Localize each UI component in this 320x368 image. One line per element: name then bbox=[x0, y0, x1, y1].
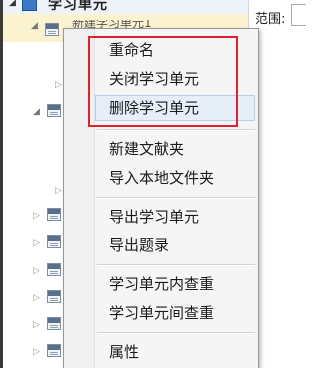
scope-select[interactable] bbox=[291, 4, 306, 26]
menu-item-dedupe-across-units[interactable]: 学习单元间查重 bbox=[95, 300, 255, 326]
collapsed-arrow-icon[interactable]: ▷ bbox=[33, 293, 40, 303]
learning-unit-icon bbox=[47, 208, 61, 221]
menu-item-rename[interactable]: 重命名 bbox=[95, 37, 255, 63]
menu-item-new-folder[interactable]: 新建文献夹 bbox=[95, 136, 255, 162]
learning-unit-icon bbox=[47, 317, 61, 330]
menu-separator bbox=[97, 264, 255, 266]
learning-unit-icon bbox=[47, 290, 61, 303]
expanded-arrow-icon[interactable]: ◢ bbox=[31, 21, 38, 31]
collapsed-arrow-icon[interactable]: ▷ bbox=[33, 320, 40, 330]
app-window: ◢ 学习单元 ◢ 新建学习单元1 ▷ ◢ ▷ ▷ ▷ ▷ ▷ ▷ ▷ 范围: 重… bbox=[0, 0, 306, 368]
collapsed-arrow-icon[interactable]: ▷ bbox=[33, 266, 40, 276]
context-menu: 重命名 关闭学习单元 删除学习单元 新建文献夹 导入本地文件夹 导出学习单元 导… bbox=[63, 28, 259, 368]
menu-separator bbox=[97, 197, 255, 199]
tree-root-label: 学习单元 bbox=[48, 0, 108, 13]
menu-icon-gutter bbox=[64, 29, 95, 368]
menu-item-delete-unit[interactable]: 删除学习单元 bbox=[95, 95, 255, 121]
expanded-arrow-icon[interactable]: ◢ bbox=[33, 107, 40, 117]
collapsed-arrow-icon[interactable]: ▷ bbox=[33, 211, 40, 221]
learning-unit-icon bbox=[47, 344, 61, 357]
menu-item-close-unit[interactable]: 关闭学习单元 bbox=[95, 66, 255, 92]
learning-unit-icon bbox=[47, 235, 61, 248]
menu-item-properties[interactable]: 属性 bbox=[95, 339, 255, 365]
menu-item-dedupe-within-unit[interactable]: 学习单元内查重 bbox=[95, 271, 255, 297]
collapsed-arrow-icon[interactable]: ▷ bbox=[55, 186, 62, 196]
expanded-arrow-icon[interactable]: ◢ bbox=[9, 0, 16, 8]
learning-unit-icon bbox=[47, 104, 61, 117]
learning-unit-icon bbox=[47, 263, 61, 276]
collapsed-arrow-icon[interactable]: ▷ bbox=[33, 347, 40, 357]
collapsed-arrow-icon[interactable]: ▷ bbox=[55, 80, 62, 90]
menu-item-import-local-folder[interactable]: 导入本地文件夹 bbox=[95, 165, 255, 191]
learning-unit-icon bbox=[45, 23, 59, 36]
menu-item-export-citations[interactable]: 导出题录 bbox=[95, 232, 255, 258]
menu-separator bbox=[97, 129, 255, 131]
folder-icon bbox=[22, 0, 37, 11]
scope-label: 范围: bbox=[255, 12, 286, 27]
menu-item-export-unit[interactable]: 导出学习单元 bbox=[95, 204, 255, 230]
menu-separator bbox=[97, 332, 255, 334]
tree-root-row[interactable]: ◢ 学习单元 bbox=[3, 0, 248, 14]
collapsed-arrow-icon[interactable]: ▷ bbox=[33, 238, 40, 248]
